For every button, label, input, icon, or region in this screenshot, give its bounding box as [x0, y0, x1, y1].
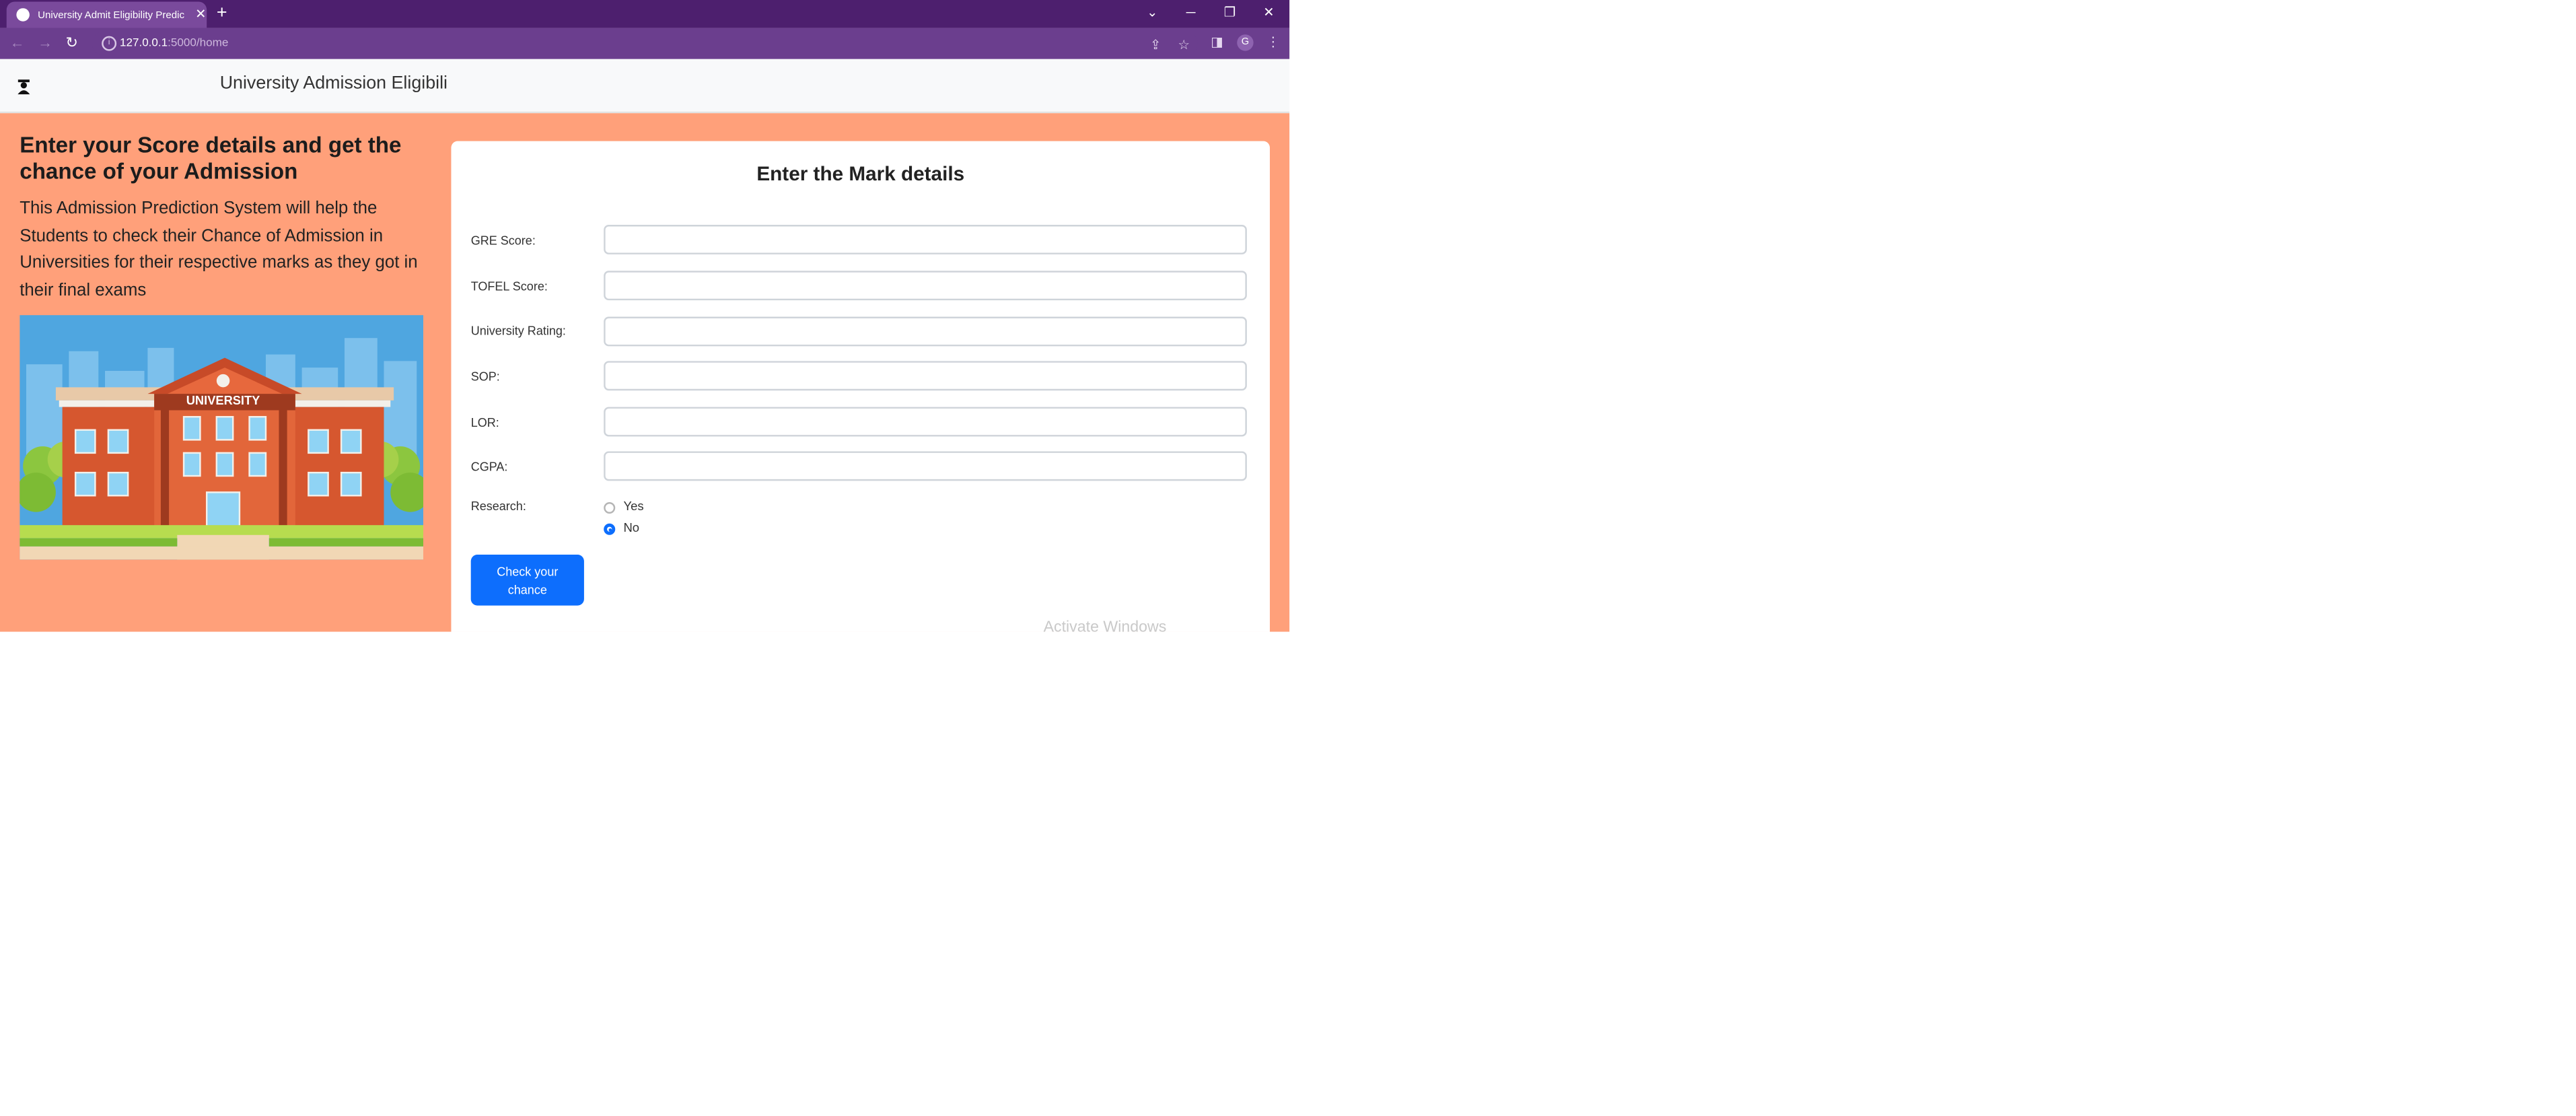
research-no-radio[interactable]: [604, 523, 616, 535]
gre-score-input[interactable]: [604, 225, 1247, 254]
close-window-icon[interactable]: ✕: [1263, 1, 1274, 24]
site-navbar: University Admission Eligibili: [0, 59, 1290, 114]
site-info-icon[interactable]: i: [102, 36, 117, 51]
gre-score-label: GRE Score:: [470, 233, 536, 248]
address-bar: ← → ↻ i 127.0.0.1:5000/home ⇪ ☆ ◨ G ⋮: [0, 28, 1290, 59]
bookmark-star-icon[interactable]: ☆: [1178, 36, 1189, 56]
research-no-label[interactable]: No: [623, 520, 639, 536]
tab-bar: University Admit Eligibility Predic ✕ + …: [0, 0, 1290, 28]
restore-icon[interactable]: ❐: [1224, 1, 1236, 24]
cgpa-label: CGPA:: [470, 459, 508, 475]
url-field[interactable]: i 127.0.0.1:5000/home ⇪ ☆: [92, 31, 1198, 56]
cgpa-input[interactable]: [604, 451, 1247, 481]
research-label: Research:: [470, 499, 526, 514]
hero-description: This Admission Prediction System will he…: [20, 198, 418, 301]
close-tab-icon[interactable]: ✕: [195, 7, 206, 22]
globe-icon: [16, 8, 30, 22]
brand-title[interactable]: University Admission Eligibili: [220, 72, 448, 95]
tofel-score-input[interactable]: [604, 271, 1247, 301]
url-path: :5000/home: [168, 38, 229, 50]
sop-input[interactable]: [604, 361, 1247, 391]
share-icon[interactable]: ⇪: [1150, 36, 1161, 56]
profile-avatar[interactable]: G: [1237, 34, 1254, 51]
hero-heading: Enter your Score details and get the cha…: [20, 133, 402, 184]
sop-label: SOP:: [470, 369, 500, 384]
form-title: Enter the Mark details: [756, 162, 965, 186]
lor-input[interactable]: [604, 407, 1247, 437]
tofel-score-label: TOFEL Score:: [470, 279, 548, 294]
new-tab-icon[interactable]: +: [217, 1, 227, 24]
back-icon[interactable]: ←: [10, 33, 25, 53]
university-illustration: UNIVERSITY: [20, 315, 424, 560]
illustration-sign: UNIVERSITY: [186, 393, 260, 407]
side-panel-icon[interactable]: ◨: [1211, 33, 1223, 53]
minimize-icon[interactable]: ─: [1186, 1, 1196, 24]
browser-tab[interactable]: University Admit Eligibility Predic ✕: [6, 1, 207, 28]
university-rating-input[interactable]: [604, 316, 1247, 347]
menu-kebab-icon[interactable]: ⋮: [1266, 33, 1280, 53]
tab-title: University Admit Eligibility Predic: [38, 9, 185, 21]
graduate-icon[interactable]: [16, 79, 31, 98]
url-text: 127.0.0.1:5000/home: [120, 34, 228, 53]
tab-search-icon[interactable]: ⌄: [1147, 1, 1157, 24]
check-chance-button[interactable]: Check your chance: [470, 555, 584, 606]
university-rating-label: University Rating:: [470, 323, 566, 339]
prediction-form-card: Enter the Mark details GRE Score: TOFEL …: [451, 141, 1271, 632]
research-yes-radio[interactable]: [604, 502, 616, 514]
reload-icon[interactable]: ↻: [66, 33, 78, 53]
forward-icon[interactable]: →: [38, 33, 52, 53]
url-host: 127.0.0.1: [119, 38, 168, 50]
research-yes-label[interactable]: Yes: [623, 499, 643, 515]
windows-activation-watermark: Activate Windows: [1043, 619, 1167, 632]
browser-window: University Admit Eligibility Predic ✕ + …: [0, 0, 1290, 632]
lor-label: LOR:: [470, 415, 499, 430]
